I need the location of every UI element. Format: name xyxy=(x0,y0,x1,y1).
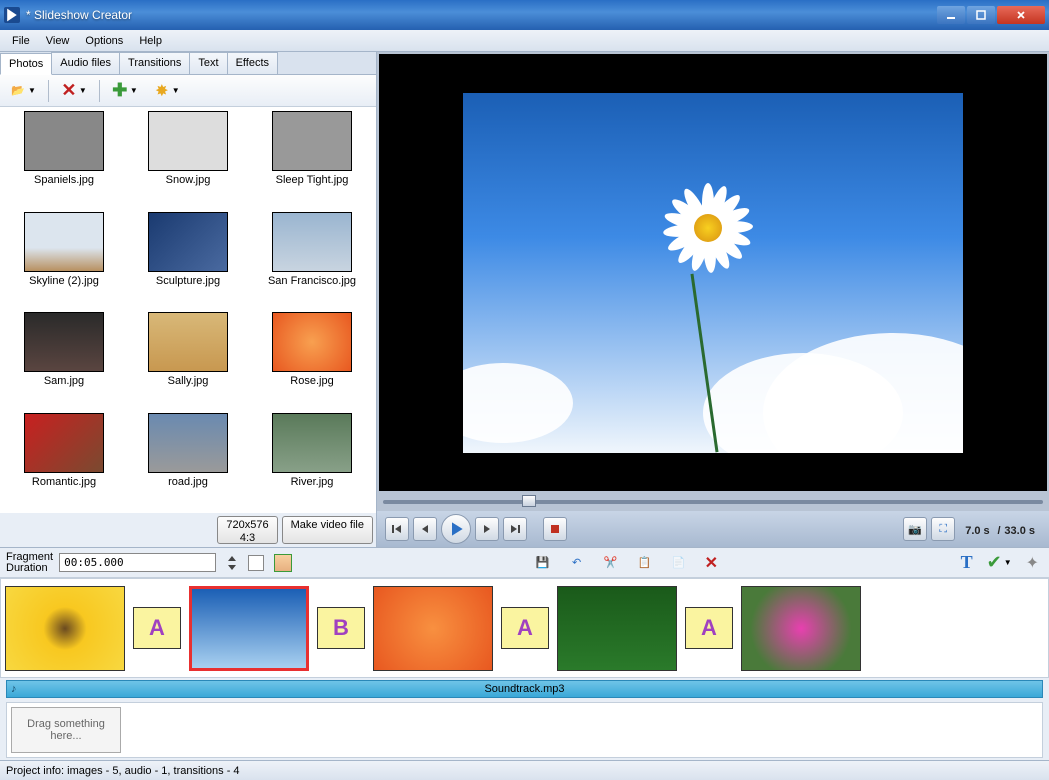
stop-button[interactable] xyxy=(543,517,567,541)
wand-button[interactable]: ✦ xyxy=(1022,551,1043,575)
thumb-item[interactable]: Rose.jpg xyxy=(252,312,372,409)
menu-options[interactable]: Options xyxy=(77,32,131,50)
audio-track-label: Soundtrack.mp3 xyxy=(484,683,564,695)
thumb-item[interactable]: Romantic.jpg xyxy=(4,413,124,510)
last-button[interactable] xyxy=(503,517,527,541)
timeline-photo-selected[interactable] xyxy=(189,586,309,671)
paste-icon: 📄 xyxy=(671,555,687,571)
timeline-transition[interactable]: A xyxy=(501,607,549,649)
open-folder-button[interactable]: 📂▼ xyxy=(6,81,40,101)
undo-icon: ↶ xyxy=(569,555,585,571)
timeline-photo[interactable] xyxy=(5,586,125,671)
tab-transitions[interactable]: Transitions xyxy=(119,52,190,74)
timeline-photo[interactable] xyxy=(373,586,493,671)
apply-button[interactable]: ✔▼ xyxy=(983,550,1016,575)
thumb-item[interactable]: Sam.jpg xyxy=(4,312,124,409)
timeline-strip[interactable]: A B A A xyxy=(0,578,1049,678)
fragment-duration-label: FragmentDuration xyxy=(6,552,53,574)
tab-effects[interactable]: Effects xyxy=(227,52,278,74)
thumb-item[interactable]: Sleep Tight.jpg xyxy=(252,111,372,208)
timeline-toolbar: FragmentDuration 💾 ↶ ✂️ 📋 📄 ✕ T ✔▼ ✦ xyxy=(0,548,1049,578)
menubar: File View Options Help xyxy=(0,30,1049,52)
tab-audio[interactable]: Audio files xyxy=(51,52,120,74)
tab-text[interactable]: Text xyxy=(189,52,227,74)
check-icon: ✔ xyxy=(987,552,1002,573)
preview-seek-slider[interactable] xyxy=(377,493,1049,511)
thumb-item[interactable]: Snow.jpg xyxy=(128,111,248,208)
wand-icon: ✦ xyxy=(1026,553,1039,573)
timeline-photo[interactable] xyxy=(557,586,677,671)
drag-placeholder[interactable]: Drag something here... xyxy=(11,707,121,753)
make-video-button[interactable]: Make video file xyxy=(282,516,373,544)
resolution-button[interactable]: 720x5764:3 xyxy=(217,516,277,544)
thumb-item[interactable]: River.jpg xyxy=(252,413,372,510)
status-text: Project info: images - 5, audio - 1, tra… xyxy=(6,765,240,777)
save-button[interactable]: 💾 xyxy=(531,553,555,573)
menu-help[interactable]: Help xyxy=(131,32,170,50)
thumb-item[interactable]: Spaniels.jpg xyxy=(4,111,124,208)
thumbnail-grid: Spaniels.jpg Snow.jpg Sleep Tight.jpg Sk… xyxy=(0,107,376,513)
copy-icon: 📋 xyxy=(637,555,653,571)
preview-area xyxy=(379,54,1047,491)
titlebar: * Slideshow Creator xyxy=(0,0,1049,30)
snapshot-button[interactable]: 📷 xyxy=(903,517,927,541)
fullscreen-button[interactable]: ⛶ xyxy=(931,517,955,541)
thumb-item[interactable]: Sally.jpg xyxy=(128,312,248,409)
drag-drop-area[interactable]: Drag something here... xyxy=(6,702,1043,758)
preview-controls: 📷 ⛶ 7.0 s / 33.0 s xyxy=(377,511,1049,547)
text-icon: T xyxy=(961,552,973,573)
maximize-button[interactable] xyxy=(967,6,995,24)
x-icon: ✕ xyxy=(705,553,718,573)
minimize-button[interactable] xyxy=(937,6,965,24)
fragment-duration-input[interactable] xyxy=(59,553,216,572)
prev-button[interactable] xyxy=(413,517,437,541)
scissors-icon: ✂️ xyxy=(603,555,619,571)
thumb-item[interactable]: Sculpture.jpg xyxy=(128,212,248,309)
save-icon: 💾 xyxy=(535,555,551,571)
color-swatch[interactable] xyxy=(248,555,264,571)
paste-button[interactable]: 📄 xyxy=(667,553,691,573)
statusbar: Project info: images - 5, audio - 1, tra… xyxy=(0,760,1049,780)
tabs: Photos Audio files Transitions Text Effe… xyxy=(0,52,376,75)
tab-photos[interactable]: Photos xyxy=(0,53,52,75)
thumb-item[interactable]: road.jpg xyxy=(128,413,248,510)
close-button[interactable] xyxy=(997,6,1045,24)
play-button[interactable] xyxy=(441,514,471,544)
cut-button[interactable]: ✂️ xyxy=(599,553,623,573)
window-title: * Slideshow Creator xyxy=(26,8,937,22)
undo-button[interactable]: ↶ xyxy=(565,553,589,573)
preview-panel: 📷 ⛶ 7.0 s / 33.0 s xyxy=(377,52,1049,547)
text-button[interactable]: T xyxy=(957,550,977,575)
timeline-section: FragmentDuration 💾 ↶ ✂️ 📋 📄 ✕ T ✔▼ ✦ A B… xyxy=(0,548,1049,760)
face-button[interactable] xyxy=(270,552,296,574)
next-button[interactable] xyxy=(475,517,499,541)
timeline-transition[interactable]: B xyxy=(317,607,365,649)
left-panel: Photos Audio files Transitions Text Effe… xyxy=(0,52,377,547)
copy-button[interactable]: 📋 xyxy=(633,553,657,573)
music-note-icon: ♪ xyxy=(11,683,17,695)
photos-toolbar: 📂▼ ✕▼ ✚▼ ✸▼ xyxy=(0,75,376,107)
app-icon xyxy=(4,7,20,23)
menu-file[interactable]: File xyxy=(4,32,38,50)
duration-stepper[interactable] xyxy=(222,554,242,572)
effect-button[interactable]: ✸▼ xyxy=(150,81,184,101)
menu-view[interactable]: View xyxy=(38,32,78,50)
time-current: 7.0 s xyxy=(965,525,989,537)
thumb-item[interactable]: San Francisco.jpg xyxy=(252,212,372,309)
delete-button[interactable]: ✕▼ xyxy=(57,81,91,101)
thumb-item[interactable]: Skyline (2).jpg xyxy=(4,212,124,309)
audio-track[interactable]: ♪ Soundtrack.mp3 xyxy=(6,680,1043,698)
camera-icon: 📷 xyxy=(907,521,923,537)
time-total: 33.0 s xyxy=(1004,525,1035,537)
remove-button[interactable]: ✕ xyxy=(701,551,722,575)
timeline-transition[interactable]: A xyxy=(685,607,733,649)
first-button[interactable] xyxy=(385,517,409,541)
fullscreen-icon: ⛶ xyxy=(935,521,951,537)
preview-image xyxy=(463,93,963,453)
add-button[interactable]: ✚▼ xyxy=(108,81,142,101)
timeline-photo[interactable] xyxy=(741,586,861,671)
timeline-transition[interactable]: A xyxy=(133,607,181,649)
